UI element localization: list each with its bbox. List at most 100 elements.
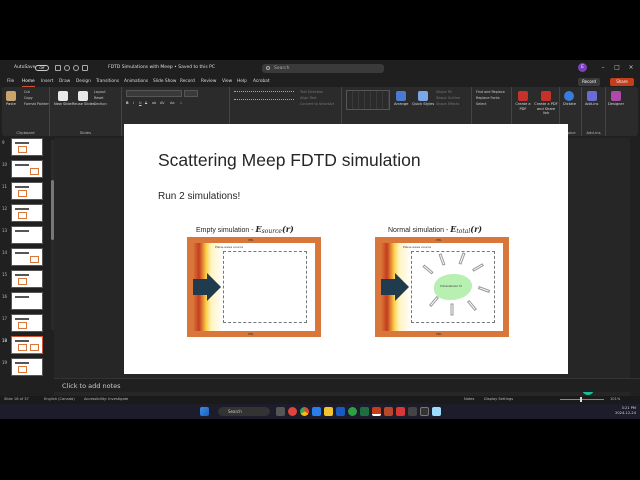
- char-spacing-button[interactable]: AV: [160, 101, 164, 106]
- shadow-button[interactable]: ab: [152, 101, 156, 106]
- slide-thumbnail[interactable]: [11, 160, 43, 178]
- notes-pane[interactable]: Click to add notes: [54, 378, 640, 392]
- font-color-button[interactable]: A: [180, 101, 182, 106]
- quick-styles-button[interactable]: Quick Styles: [412, 91, 434, 107]
- add-ins-button[interactable]: Add-ins: [585, 91, 598, 107]
- tab-design[interactable]: Design: [76, 76, 91, 87]
- tab-slide-show[interactable]: Slide Show: [153, 76, 176, 87]
- italic-button[interactable]: I: [133, 101, 134, 106]
- find-replace-button[interactable]: Find and Replace: [476, 90, 505, 95]
- right-caption[interactable]: Normal simulation - Etotal(r): [388, 224, 482, 235]
- close-button[interactable]: ×: [624, 60, 638, 76]
- dictate-button[interactable]: Dictate: [563, 91, 576, 107]
- slide-thumbnail[interactable]: [11, 270, 43, 288]
- reset-button[interactable]: Reset: [94, 96, 103, 101]
- excel-icon[interactable]: [360, 407, 369, 416]
- taskbar-clock[interactable]: 3:21 PM 2024-12-24: [612, 406, 636, 416]
- user-avatar[interactable]: E: [578, 63, 587, 72]
- windows-icon[interactable]: [200, 407, 209, 416]
- reuse-slides-button[interactable]: Reuse Slides: [72, 91, 95, 107]
- shape-effects-button[interactable]: Shape Effects: [436, 102, 459, 107]
- tab-help[interactable]: Help: [237, 76, 247, 87]
- redo-icon[interactable]: [73, 65, 79, 71]
- smartart-button[interactable]: Convert to SmartArt: [300, 102, 334, 107]
- slide-thumbnail[interactable]: [11, 248, 43, 266]
- shape-fill-button[interactable]: Shape Fill: [436, 90, 452, 95]
- powerpoint-icon[interactable]: [372, 407, 381, 416]
- tab-record[interactable]: Record: [180, 76, 195, 87]
- normal-simulation-diagram[interactable]: Intracellular IV PML Plane-wave source P…: [375, 237, 509, 337]
- accessibility-status[interactable]: Accessibility: Investigate: [84, 397, 128, 401]
- autosave-toggle[interactable]: Off: [35, 65, 49, 71]
- tab-view[interactable]: View: [222, 76, 232, 87]
- cut-button[interactable]: Cut: [24, 90, 30, 95]
- slide-thumbnail[interactable]: [11, 204, 43, 222]
- slide-thumbnail[interactable]: [11, 182, 43, 200]
- current-slide[interactable]: Scattering Meep FDTD simulation Run 2 si…: [124, 124, 568, 374]
- app-icon[interactable]: [384, 407, 393, 416]
- app-icon[interactable]: [408, 407, 417, 416]
- app-icon[interactable]: [348, 407, 357, 416]
- empty-simulation-diagram[interactable]: PML Plane-wave source PML: [187, 237, 321, 337]
- paste-button[interactable]: Paste: [6, 91, 16, 107]
- tab-acrobat[interactable]: Acrobat: [253, 76, 270, 87]
- change-case-button[interactable]: Aa: [170, 101, 174, 106]
- select-button[interactable]: Select: [476, 102, 486, 107]
- chrome-icon[interactable]: [300, 407, 309, 416]
- strikethrough-button[interactable]: S: [145, 101, 147, 106]
- text-direction-button[interactable]: Text Direction: [300, 90, 323, 95]
- tab-home[interactable]: Home: [22, 76, 35, 87]
- save-icon[interactable]: [55, 65, 61, 71]
- shapes-gallery[interactable]: [346, 90, 390, 110]
- file-explorer-icon[interactable]: [324, 407, 333, 416]
- notes-placeholder[interactable]: Click to add notes: [62, 382, 120, 390]
- tab-insert[interactable]: Insert: [41, 76, 53, 87]
- display-settings-button[interactable]: Display Settings: [484, 397, 513, 401]
- font-name-dropdown[interactable]: [126, 90, 182, 97]
- slide-thumbnail[interactable]: [11, 292, 43, 310]
- new-slide-button[interactable]: New Slide: [54, 91, 72, 107]
- tab-file[interactable]: File: [7, 76, 14, 87]
- slide-thumbnail[interactable]: [11, 314, 43, 332]
- share-button[interactable]: Share: [610, 78, 634, 86]
- zoom-slider-thumb[interactable]: [580, 397, 582, 402]
- slide-subtitle[interactable]: Run 2 simulations!: [158, 191, 240, 202]
- tab-review[interactable]: Review: [201, 76, 216, 87]
- app-icon[interactable]: [432, 407, 441, 416]
- word-icon[interactable]: [336, 407, 345, 416]
- left-caption[interactable]: Empty simulation - Esource(r): [196, 224, 294, 235]
- font-size-dropdown[interactable]: [184, 90, 198, 97]
- slide-thumbnail-selected[interactable]: [11, 336, 43, 354]
- tab-transitions[interactable]: Transitions: [96, 76, 119, 87]
- create-pdf-share-button[interactable]: Create a PDF and Share link: [534, 91, 558, 116]
- undo-icon[interactable]: [64, 65, 70, 71]
- list-buttons[interactable]: [234, 91, 294, 96]
- record-button[interactable]: Record: [578, 78, 600, 86]
- align-buttons[interactable]: [234, 99, 294, 104]
- arrange-button[interactable]: Arrange: [394, 91, 408, 107]
- designer-button[interactable]: Designer: [608, 91, 624, 107]
- shape-outline-button[interactable]: Shape Outline: [436, 96, 460, 101]
- bold-button[interactable]: B: [126, 101, 129, 106]
- section-button[interactable]: Section: [94, 102, 107, 107]
- layout-button[interactable]: Layout: [94, 90, 106, 95]
- language-indicator[interactable]: English (Canada): [44, 397, 75, 401]
- create-pdf-button[interactable]: Create a PDF: [514, 91, 532, 111]
- notes-button[interactable]: Notes: [464, 397, 474, 401]
- align-text-button[interactable]: Align Text: [300, 96, 316, 101]
- taskbar-search[interactable]: Search: [218, 407, 270, 416]
- format-painter-button[interactable]: Format Painter: [24, 102, 49, 107]
- replace-fonts-button[interactable]: Replace Fonts: [476, 96, 500, 101]
- zoom-level[interactable]: 101%: [610, 397, 620, 401]
- terminal-icon[interactable]: [420, 407, 429, 416]
- underline-button[interactable]: U: [139, 101, 141, 106]
- tab-draw[interactable]: Draw: [59, 76, 70, 87]
- slide-thumbnail[interactable]: [11, 138, 43, 156]
- acrobat-icon[interactable]: [396, 407, 405, 416]
- slide-title[interactable]: Scattering Meep FDTD simulation: [158, 150, 421, 171]
- tab-animations[interactable]: Animations: [124, 76, 148, 87]
- edge-icon[interactable]: [312, 407, 321, 416]
- slide-thumbnail[interactable]: [11, 358, 43, 376]
- search-input[interactable]: Search: [262, 64, 384, 73]
- maximize-button[interactable]: □: [610, 60, 624, 76]
